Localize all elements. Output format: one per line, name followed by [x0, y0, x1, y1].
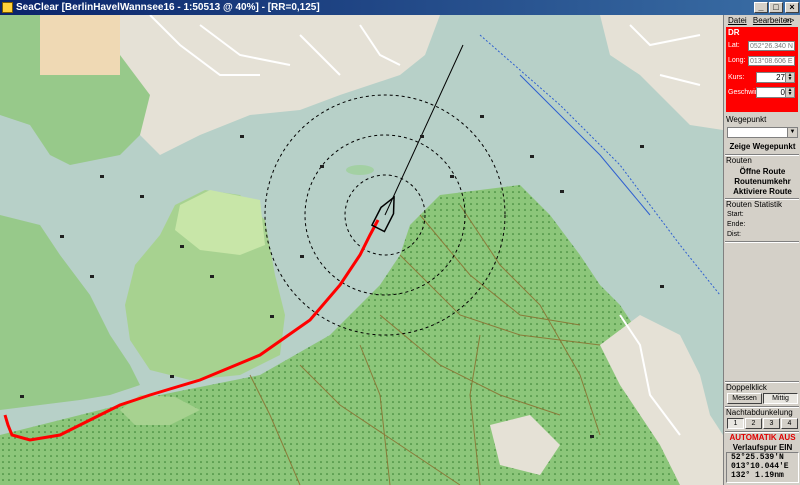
position-course: 132° 1.19nm	[731, 471, 784, 480]
stats-start: Start:	[727, 211, 744, 218]
automatik-toggle[interactable]: AUTOMATIK AUS	[726, 433, 799, 442]
long-input[interactable]: 013°08.606 E	[748, 56, 795, 66]
verlaufspur-toggle[interactable]: Verlaufspur EIN	[726, 443, 799, 452]
zeige-wegepunkt-button[interactable]: Zeige Wegepunkt	[726, 142, 799, 151]
kurs-spinner[interactable]: 27 ▲ ▼	[756, 72, 795, 83]
open-route-button[interactable]: Öffne Route	[726, 167, 799, 176]
spinner-arrows-icon[interactable]: ▲ ▼	[785, 88, 794, 97]
route-stats-label: Routen Statistik	[726, 200, 783, 209]
chart-map[interactable]	[0, 15, 723, 485]
panel-menu: Datei Bearbeiten >>	[728, 16, 796, 25]
menu-datei[interactable]: Datei	[728, 16, 747, 25]
night-level-4-button[interactable]: 4	[781, 418, 798, 429]
control-panel: Datei Bearbeiten >> DR Lat: 052°26.340 N…	[723, 15, 800, 485]
lat-label: Lat:	[728, 42, 740, 49]
kurs-value: 27	[776, 73, 785, 82]
position-lon: 013°10.044'E	[731, 462, 789, 471]
position-lat: 52°25.539'N	[731, 453, 784, 462]
mittig-button[interactable]: Mittig	[763, 393, 798, 404]
geschwindigkeit-spinner[interactable]: 0 ▲ ▼	[756, 87, 795, 98]
dr-box: DR Lat: 052°26.340 N Long: 013°08.606 E …	[726, 27, 798, 112]
title-bar: SeaClear [BerlinHavelWannsee16 - 1:50513…	[0, 0, 800, 15]
stats-ende: Ende:	[727, 221, 746, 228]
night-level-2-button[interactable]: 2	[745, 418, 762, 429]
long-label: Long:	[728, 57, 746, 64]
window-title: SeaClear [BerlinHavelWannsee16 - 1:50513…	[16, 2, 320, 13]
activate-route-button[interactable]: Aktiviere Route	[726, 187, 799, 196]
close-button[interactable]: ×	[785, 2, 799, 13]
lat-input[interactable]: 052°26.340 N	[748, 41, 795, 51]
position-readout: 52°25.539'N 013°10.044'E 132° 1.19nm	[726, 452, 799, 483]
routen-label: Routen	[726, 156, 752, 165]
spinner-arrows-icon[interactable]: ▲ ▼	[785, 73, 794, 82]
geschwindigkeit-label: Geschwin	[728, 89, 759, 96]
minimize-button[interactable]: _	[754, 2, 768, 13]
night-level-3-button[interactable]: 3	[763, 418, 780, 429]
kurs-label: Kurs:	[728, 74, 745, 81]
nachtabdunkelung-label: Nachtabdunkelung	[726, 408, 793, 417]
menu-more-button[interactable]: >>	[785, 16, 794, 25]
messen-button[interactable]: Messen	[727, 393, 762, 404]
maximize-button[interactable]: □	[769, 2, 783, 13]
reverse-route-button[interactable]: Routenumkehr	[726, 177, 799, 186]
chevron-down-icon[interactable]: ▼	[787, 128, 797, 137]
wegepunkt-select[interactable]: ▼	[727, 127, 798, 138]
divider	[725, 241, 799, 243]
stats-dist: Dist:	[727, 231, 741, 238]
doppelklick-label: Doppelklick	[726, 383, 767, 392]
dr-header: DR	[728, 28, 740, 37]
wegepunkt-label: Wegepunkt	[726, 115, 767, 124]
app-icon	[2, 2, 13, 13]
night-level-1-button[interactable]: 1	[727, 418, 744, 429]
map-canvas[interactable]	[0, 15, 723, 485]
